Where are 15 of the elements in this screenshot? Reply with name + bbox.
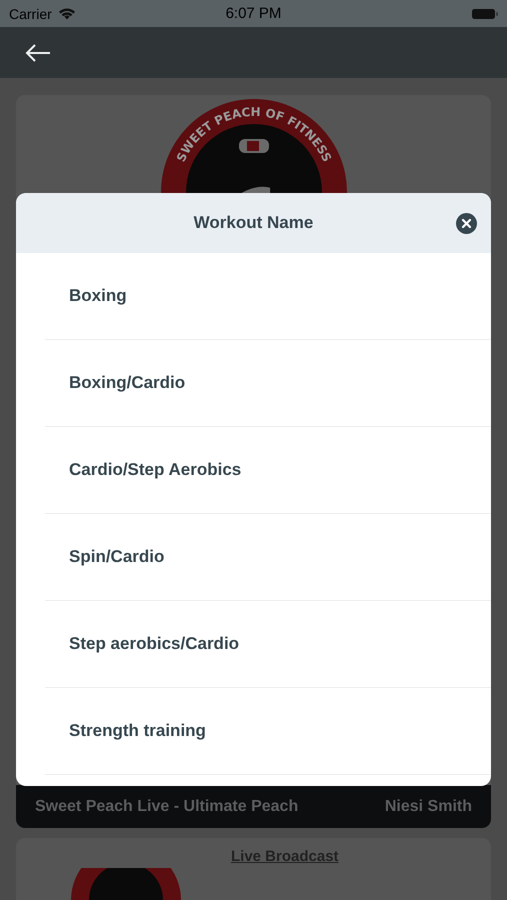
- clock-time: 6:07 PM: [226, 5, 282, 22]
- battery-icon: [472, 8, 498, 20]
- workout-option[interactable]: Boxing: [45, 253, 491, 340]
- carrier-label: Carrier: [9, 6, 52, 22]
- workout-option[interactable]: Step aerobics/Cardio: [45, 601, 491, 688]
- workout-option[interactable]: Cardio/Step Aerobics: [45, 427, 491, 514]
- back-arrow-icon[interactable]: [25, 44, 51, 62]
- close-icon[interactable]: [456, 213, 477, 234]
- workout-option[interactable]: Strength training: [45, 688, 491, 775]
- dialog-title: Workout Name: [194, 213, 314, 233]
- trainer-name: Niesi Smith: [384, 798, 472, 816]
- wifi-icon: [58, 7, 76, 20]
- session-title: Sweet Peach Live - Ultimate Peach: [35, 798, 298, 816]
- workout-option[interactable]: Boxing/Cardio: [45, 340, 491, 427]
- workout-option[interactable]: Spin/Cardio: [45, 514, 491, 601]
